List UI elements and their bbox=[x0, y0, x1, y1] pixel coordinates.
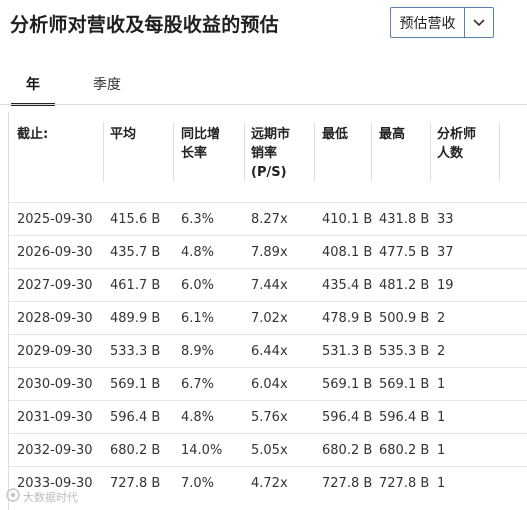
table-header: 截止: 平均 同比增 长率 远期市 销率 (P/S) 最低 最高 分析师 人数 bbox=[9, 112, 527, 202]
cell-ps: 5.76x bbox=[251, 410, 288, 425]
tab-quarterly[interactable]: 季度 bbox=[83, 64, 131, 104]
watermark-logo-icon bbox=[6, 488, 20, 505]
cell-ps: 6.44x bbox=[251, 344, 288, 359]
cell-yoy: 4.8% bbox=[181, 245, 215, 260]
cell-analysts: 19 bbox=[437, 278, 454, 293]
cell-ps: 4.72x bbox=[251, 476, 288, 491]
metric-select-value[interactable]: 预估营收 bbox=[391, 8, 465, 37]
cell-date: 2029-09-30 bbox=[17, 344, 93, 359]
column-divider bbox=[314, 122, 315, 182]
watermark: 大数据时代 bbox=[6, 488, 78, 505]
cell-analysts: 1 bbox=[437, 410, 446, 425]
cell-ps: 6.04x bbox=[251, 377, 288, 392]
cell-date: 2032-09-30 bbox=[17, 443, 93, 458]
metric-select[interactable]: 预估营收 bbox=[390, 7, 494, 38]
cell-low: 596.4 B bbox=[322, 410, 373, 425]
cell-high: 500.9 B bbox=[379, 311, 430, 326]
period-tabs: 年 季度 bbox=[11, 64, 527, 106]
column-divider bbox=[371, 122, 372, 182]
cell-average: 489.9 B bbox=[110, 311, 161, 326]
cell-yoy: 7.0% bbox=[181, 476, 215, 491]
cell-date: 2026-09-30 bbox=[17, 245, 93, 260]
cell-ps: 7.89x bbox=[251, 245, 288, 260]
tab-annual[interactable]: 年 bbox=[11, 64, 55, 106]
cell-analysts: 1 bbox=[437, 377, 446, 392]
cell-ps: 7.02x bbox=[251, 311, 288, 326]
cell-yoy: 14.0% bbox=[181, 443, 223, 458]
cell-yoy: 6.3% bbox=[181, 212, 215, 227]
cell-analysts: 37 bbox=[437, 245, 454, 260]
cell-low: 408.1 B bbox=[322, 245, 373, 260]
column-divider bbox=[173, 122, 174, 182]
cell-yoy: 6.7% bbox=[181, 377, 215, 392]
column-divider bbox=[499, 122, 500, 182]
cell-ps: 7.44x bbox=[251, 278, 288, 293]
cell-average: 435.7 B bbox=[110, 245, 161, 260]
cell-yoy: 6.1% bbox=[181, 311, 215, 326]
table-body: 2025-09-30 415.6 B 6.3% 8.27x 410.1 B 431.8 B… bbox=[9, 202, 527, 499]
table-row: 2025-09-30 415.6 B 6.3% 8.27x 410.1 B 431.8 B… bbox=[9, 202, 527, 235]
table-row: 2028-09-30 489.9 B 6.1% 7.02x 478.9 B 500.9 B… bbox=[9, 301, 527, 334]
cell-low: 410.1 B bbox=[322, 212, 373, 227]
column-divider bbox=[244, 122, 245, 182]
column-header-date: 截止: bbox=[17, 127, 49, 142]
cell-date: 2030-09-30 bbox=[17, 377, 93, 392]
cell-yoy: 8.9% bbox=[181, 344, 215, 359]
cell-average: 596.4 B bbox=[110, 410, 161, 425]
table-row: 2033-09-30 727.8 B 7.0% 4.72x 727.8 B 727.8 B… bbox=[9, 466, 527, 499]
cell-date: 2027-09-30 bbox=[17, 278, 93, 293]
cell-high: 727.8 B bbox=[379, 476, 430, 491]
cell-analysts: 2 bbox=[437, 344, 446, 359]
table-row: 2032-09-30 680.2 B 14.0% 5.05x 680.2 B 680.2 … bbox=[9, 433, 527, 466]
cell-low: 531.3 B bbox=[322, 344, 373, 359]
column-header-ps: 远期市 销率 (P/S) bbox=[251, 127, 291, 180]
cell-analysts: 33 bbox=[437, 212, 454, 227]
table-row: 2031-09-30 596.4 B 4.8% 5.76x 596.4 B 596.4 B… bbox=[9, 400, 527, 433]
cell-low: 680.2 B bbox=[322, 443, 373, 458]
cell-average: 415.6 B bbox=[110, 212, 161, 227]
table-row: 2027-09-30 461.7 B 6.0% 7.44x 435.4 B 481.2 B… bbox=[9, 268, 527, 301]
tabs-divider bbox=[0, 104, 527, 105]
column-header-low: 最低 bbox=[322, 127, 349, 142]
watermark-text: 大数据时代 bbox=[23, 490, 78, 504]
chevron-down-icon[interactable] bbox=[465, 8, 493, 37]
cell-average: 461.7 B bbox=[110, 278, 161, 293]
table-row: 2029-09-30 533.3 B 8.9% 6.44x 531.3 B 535.3 B… bbox=[9, 334, 527, 367]
cell-yoy: 6.0% bbox=[181, 278, 215, 293]
column-header-analysts: 分析师 人数 bbox=[437, 127, 477, 161]
cell-date: 2031-09-30 bbox=[17, 410, 93, 425]
cell-high: 569.1 B bbox=[379, 377, 430, 392]
cell-high: 680.2 B bbox=[379, 443, 430, 458]
cell-low: 478.9 B bbox=[322, 311, 373, 326]
cell-average: 533.3 B bbox=[110, 344, 161, 359]
cell-average: 569.1 B bbox=[110, 377, 161, 392]
cell-average: 680.2 B bbox=[110, 443, 161, 458]
cell-high: 596.4 B bbox=[379, 410, 430, 425]
column-divider bbox=[103, 122, 104, 182]
cell-date: 2028-09-30 bbox=[17, 311, 93, 326]
column-header-yoy: 同比增 长率 bbox=[181, 127, 221, 161]
cell-low: 435.4 B bbox=[322, 278, 373, 293]
cell-analysts: 1 bbox=[437, 476, 446, 491]
estimates-table: 截止: 平均 同比增 长率 远期市 销率 (P/S) 最低 最高 分析师 人数 … bbox=[8, 112, 527, 510]
cell-high: 477.5 B bbox=[379, 245, 430, 260]
cell-average: 727.8 B bbox=[110, 476, 161, 491]
cell-ps: 5.05x bbox=[251, 443, 288, 458]
cell-high: 431.8 B bbox=[379, 212, 430, 227]
cell-yoy: 4.8% bbox=[181, 410, 215, 425]
cell-date: 2025-09-30 bbox=[17, 212, 93, 227]
cell-ps: 8.27x bbox=[251, 212, 288, 227]
cell-analysts: 2 bbox=[437, 311, 446, 326]
cell-low: 569.1 B bbox=[322, 377, 373, 392]
column-header-average: 平均 bbox=[110, 127, 137, 142]
column-divider bbox=[430, 122, 431, 182]
cell-analysts: 1 bbox=[437, 443, 446, 458]
cell-high: 535.3 B bbox=[379, 344, 430, 359]
cell-low: 727.8 B bbox=[322, 476, 373, 491]
column-header-high: 最高 bbox=[379, 127, 406, 142]
cell-high: 481.2 B bbox=[379, 278, 430, 293]
table-row: 2026-09-30 435.7 B 4.8% 7.89x 408.1 B 477.5 B… bbox=[9, 235, 527, 268]
table-row: 2030-09-30 569.1 B 6.7% 6.04x 569.1 B 569.1 B… bbox=[9, 367, 527, 400]
page-title: 分析师对营收及每股收益的预估 bbox=[10, 14, 279, 36]
